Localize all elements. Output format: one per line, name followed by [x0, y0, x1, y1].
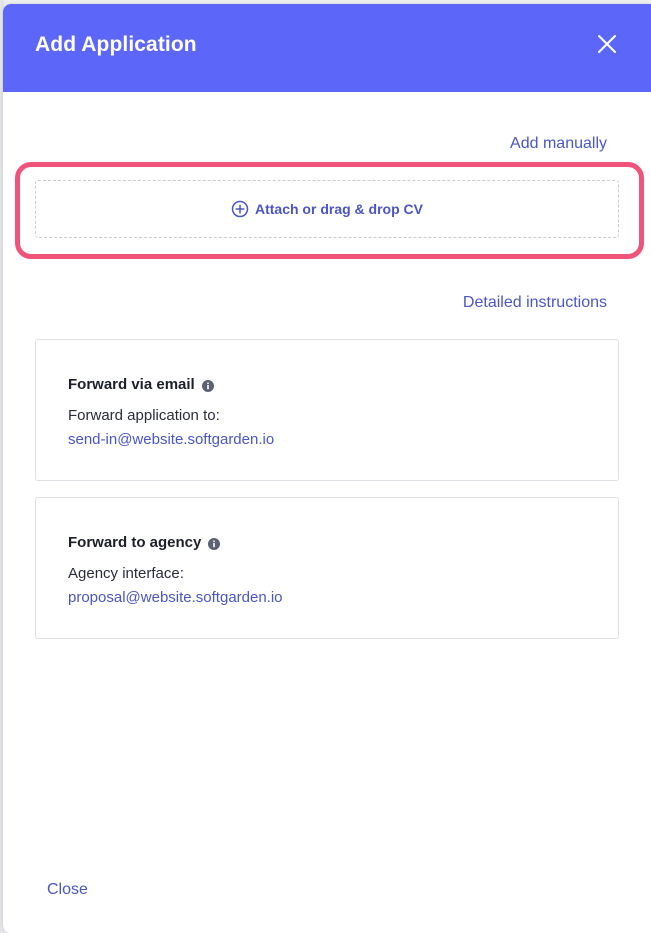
- card-label: Agency interface:: [68, 565, 184, 582]
- card-title: Forward via email: [68, 376, 195, 393]
- forward-agency-card: Forward to agency Agency interface: prop…: [35, 497, 619, 639]
- card-title: Forward to agency: [68, 534, 202, 551]
- forward-email-card: Forward via email Forward application to…: [35, 339, 619, 481]
- plus-circle-icon: [231, 200, 249, 218]
- agency-address-link[interactable]: proposal@website.softgarden.io: [68, 589, 283, 606]
- info-icon[interactable]: [208, 537, 221, 550]
- info-icon[interactable]: [201, 379, 214, 392]
- add-manually-link[interactable]: Add manually: [510, 135, 607, 153]
- dialog-header: Add Application: [3, 4, 651, 92]
- close-button[interactable]: Close: [47, 881, 88, 899]
- add-application-dialog: Add Application Add manually Attach or d…: [3, 4, 651, 933]
- close-icon[interactable]: [596, 33, 618, 55]
- dialog-title: Add Application: [35, 33, 197, 56]
- dropzone-label: Attach or drag & drop CV: [254, 201, 423, 217]
- card-label: Forward application to:: [68, 407, 220, 424]
- cv-dropzone[interactable]: Attach or drag & drop CV: [35, 180, 619, 238]
- detailed-instructions-link[interactable]: Detailed instructions: [463, 294, 607, 312]
- email-address-link[interactable]: send-in@website.softgarden.io: [68, 431, 274, 448]
